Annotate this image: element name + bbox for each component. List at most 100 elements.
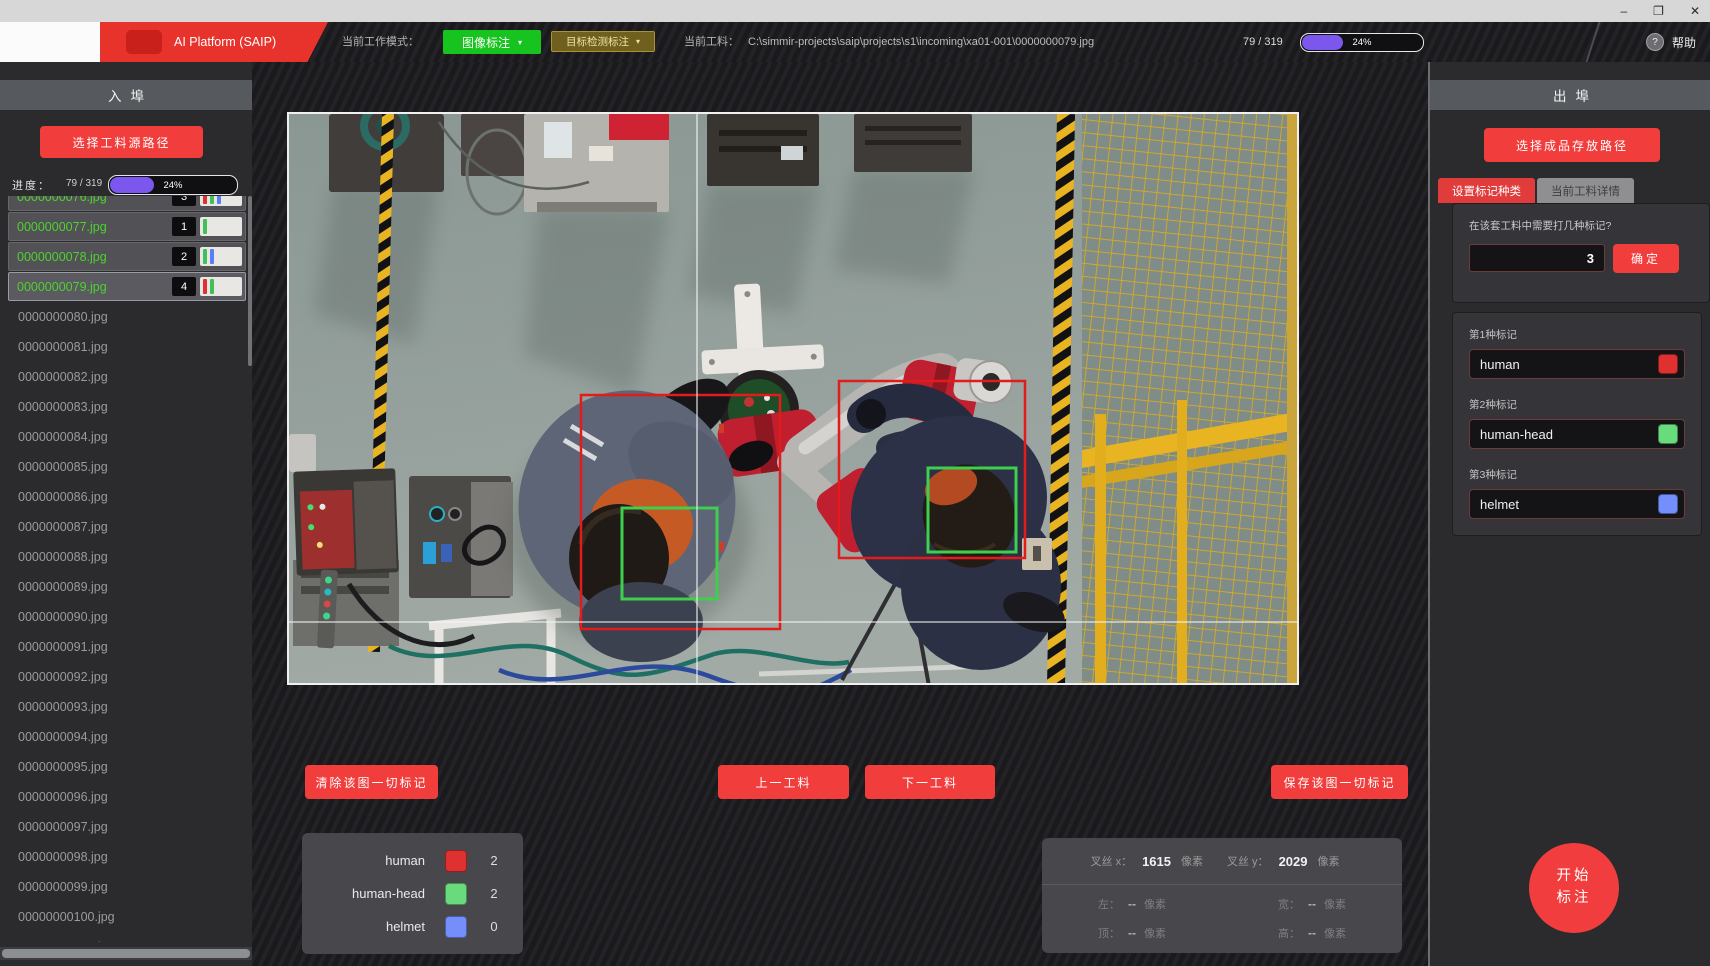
output-tabs: 设置标记种类当前工料详情 xyxy=(1438,178,1634,203)
annotation-marks-preview xyxy=(200,277,242,296)
progress-percent: 24% xyxy=(1301,34,1423,51)
file-list-item[interactable]: 0000000091.jpg xyxy=(8,632,246,661)
marker-name-value: human xyxy=(1480,357,1658,372)
crosshair-x-label: 叉丝 x： xyxy=(1091,853,1133,869)
file-list[interactable]: 0000000076.jpg3 0000000077.jpg 1 0000000078… xyxy=(8,196,246,942)
file-list-item[interactable]: 0000000082.jpg xyxy=(8,362,246,391)
file-list-item[interactable]: 0000000077.jpg 1 xyxy=(8,212,246,241)
scrollbar-thumb[interactable] xyxy=(2,949,250,958)
file-list-item[interactable]: 0000000085.jpg xyxy=(8,452,246,481)
file-list-item[interactable]: 0000000086.jpg xyxy=(8,482,246,511)
mark-bar xyxy=(203,279,207,294)
file-list-item[interactable]: 0000000088.jpg xyxy=(8,542,246,571)
clear-annotations-button[interactable]: 清除该图一切标记 xyxy=(305,765,438,799)
marker-group: 第1种标记human xyxy=(1469,327,1685,379)
next-item-button[interactable]: 下一工料 xyxy=(865,765,995,799)
current-file-label: 当前工料： xyxy=(684,22,739,62)
help-icon: ? xyxy=(1646,33,1664,51)
app-header: AI Platform (SAIP) 当前工作模式： 图像标注 ▾ 目标检测标注… xyxy=(0,22,1710,62)
file-name: 0000000078.jpg xyxy=(9,250,107,264)
file-list-item[interactable]: 00000000101.jpg xyxy=(8,932,246,942)
file-list-item[interactable]: 0000000078.jpg 2 xyxy=(8,242,246,271)
marker-definitions-box: 第1种标记human第2种标记human-head第3种标记helmet xyxy=(1452,312,1702,536)
file-list-item[interactable]: 0000000087.jpg xyxy=(8,512,246,541)
legend-row: human-head2 xyxy=(302,883,523,905)
output-port-title: 出埠 xyxy=(1430,80,1710,110)
previous-item-button[interactable]: 上一工料 xyxy=(718,765,849,799)
file-list-item[interactable]: 0000000093.jpg xyxy=(8,692,246,721)
current-file-path: C:\simmir-projects\saip\projects\s1\inco… xyxy=(748,22,1094,62)
file-list-item[interactable]: 0000000081.jpg xyxy=(8,332,246,361)
annotation-count-badge: 1 xyxy=(172,217,196,236)
marker-name-input[interactable]: helmet xyxy=(1469,489,1685,519)
pixel-unit: 像素 xyxy=(1324,925,1346,941)
mark-bar xyxy=(217,196,221,204)
file-list-item[interactable]: 0000000076.jpg3 xyxy=(8,196,246,211)
select-source-path-button[interactable]: 选择工料源路径 xyxy=(40,126,203,158)
annotation-count-badge: 4 xyxy=(172,277,196,296)
marker-name-input[interactable]: human xyxy=(1469,349,1685,379)
legend-class-label: human-head xyxy=(352,886,425,901)
select-output-path-button[interactable]: 选择成品存放路径 xyxy=(1484,128,1660,162)
wall-shelf xyxy=(289,434,316,472)
box-height-value: -- xyxy=(1308,926,1316,940)
header-progress-bar: 24% xyxy=(1300,33,1424,52)
file-list-item[interactable]: 0000000090.jpg xyxy=(8,602,246,631)
annotation-image-canvas[interactable] xyxy=(287,112,1299,685)
start-annotation-button[interactable]: 开始 标注 xyxy=(1529,843,1619,933)
tab-current-item-details[interactable]: 当前工料详情 xyxy=(1537,178,1634,203)
file-list-item[interactable]: 0000000096.jpg xyxy=(8,782,246,811)
file-list-item[interactable]: 0000000095.jpg xyxy=(8,752,246,781)
input-port-title: 入埠 xyxy=(0,80,252,110)
marker-name-input[interactable]: human-head xyxy=(1469,419,1685,449)
file-list-item[interactable]: 00000000100.jpg xyxy=(8,902,246,931)
file-list-item[interactable]: 0000000097.jpg xyxy=(8,812,246,841)
file-name: 0000000079.jpg xyxy=(9,280,107,294)
box-width-label: 宽： xyxy=(1278,896,1300,912)
confirm-button[interactable]: 确定 xyxy=(1613,244,1679,273)
file-list-item[interactable]: 0000000098.jpg xyxy=(8,842,246,871)
help-button[interactable]: ? 帮助 xyxy=(1646,22,1696,62)
marker-color-swatch[interactable] xyxy=(1658,494,1678,514)
file-list-item[interactable]: 0000000083.jpg xyxy=(8,392,246,421)
output-port-sidebar: 出埠 选择成品存放路径 设置标记种类当前工料详情 在该套工料中需要打几种标记? … xyxy=(1428,62,1710,966)
chevron-down-icon: ▾ xyxy=(518,38,522,47)
box-top-value: -- xyxy=(1128,926,1136,940)
annotation-count-badge: 3 xyxy=(172,196,196,206)
crosshair-y-label: 叉丝 y： xyxy=(1227,853,1269,869)
image-annotation-mode-dropdown[interactable]: 图像标注 ▾ xyxy=(443,30,541,54)
file-list-item[interactable]: 0000000099.jpg xyxy=(8,872,246,901)
file-name: 0000000077.jpg xyxy=(9,220,107,234)
window-close-button[interactable]: ✕ xyxy=(1690,4,1700,18)
window-titlebar: – ❐ ✕ xyxy=(0,0,1710,22)
file-list-horizontal-scrollbar[interactable] xyxy=(0,947,252,960)
workshop-photo xyxy=(289,114,1297,683)
marker-color-swatch[interactable] xyxy=(1658,424,1678,444)
progress-label: 进度： xyxy=(12,177,51,193)
file-list-item[interactable]: 0000000092.jpg xyxy=(8,662,246,691)
window-maximize-button[interactable]: ❐ xyxy=(1653,4,1664,18)
window-minimize-button[interactable]: – xyxy=(1620,4,1627,18)
progress-percent: 24% xyxy=(109,176,237,194)
tab-set-marker-classes[interactable]: 设置标记种类 xyxy=(1438,178,1535,203)
mark-bar xyxy=(210,196,214,204)
annotation-workspace: 清除该图一切标记 上一工料 下一工料 保存该图一切标记 human2human-… xyxy=(252,62,1428,966)
chevron-down-icon: ▾ xyxy=(636,37,640,46)
file-list-item[interactable]: 0000000080.jpg xyxy=(8,302,246,331)
file-list-item[interactable]: 0000000079.jpg 4 xyxy=(8,272,246,301)
detection-annotation-mode-dropdown[interactable]: 目标检测标注 ▾ xyxy=(551,31,655,52)
class-count-input[interactable] xyxy=(1469,244,1605,272)
annotation-count-badge: 2 xyxy=(172,247,196,266)
marker-color-swatch[interactable] xyxy=(1658,354,1678,374)
pixel-unit: 像素 xyxy=(1324,896,1346,912)
work-mode-label: 当前工作模式： xyxy=(342,22,419,62)
file-list-item[interactable]: 0000000084.jpg xyxy=(8,422,246,451)
legend-row: helmet0 xyxy=(302,916,523,938)
file-list-item[interactable]: 0000000089.jpg xyxy=(8,572,246,601)
progress-count: 79 / 319 xyxy=(66,178,102,189)
annotation-marks-preview xyxy=(200,247,242,266)
legend-class-label: helmet xyxy=(386,919,425,934)
save-annotations-button[interactable]: 保存该图一切标记 xyxy=(1271,765,1408,799)
safety-fence xyxy=(1082,114,1297,683)
file-list-item[interactable]: 0000000094.jpg xyxy=(8,722,246,751)
